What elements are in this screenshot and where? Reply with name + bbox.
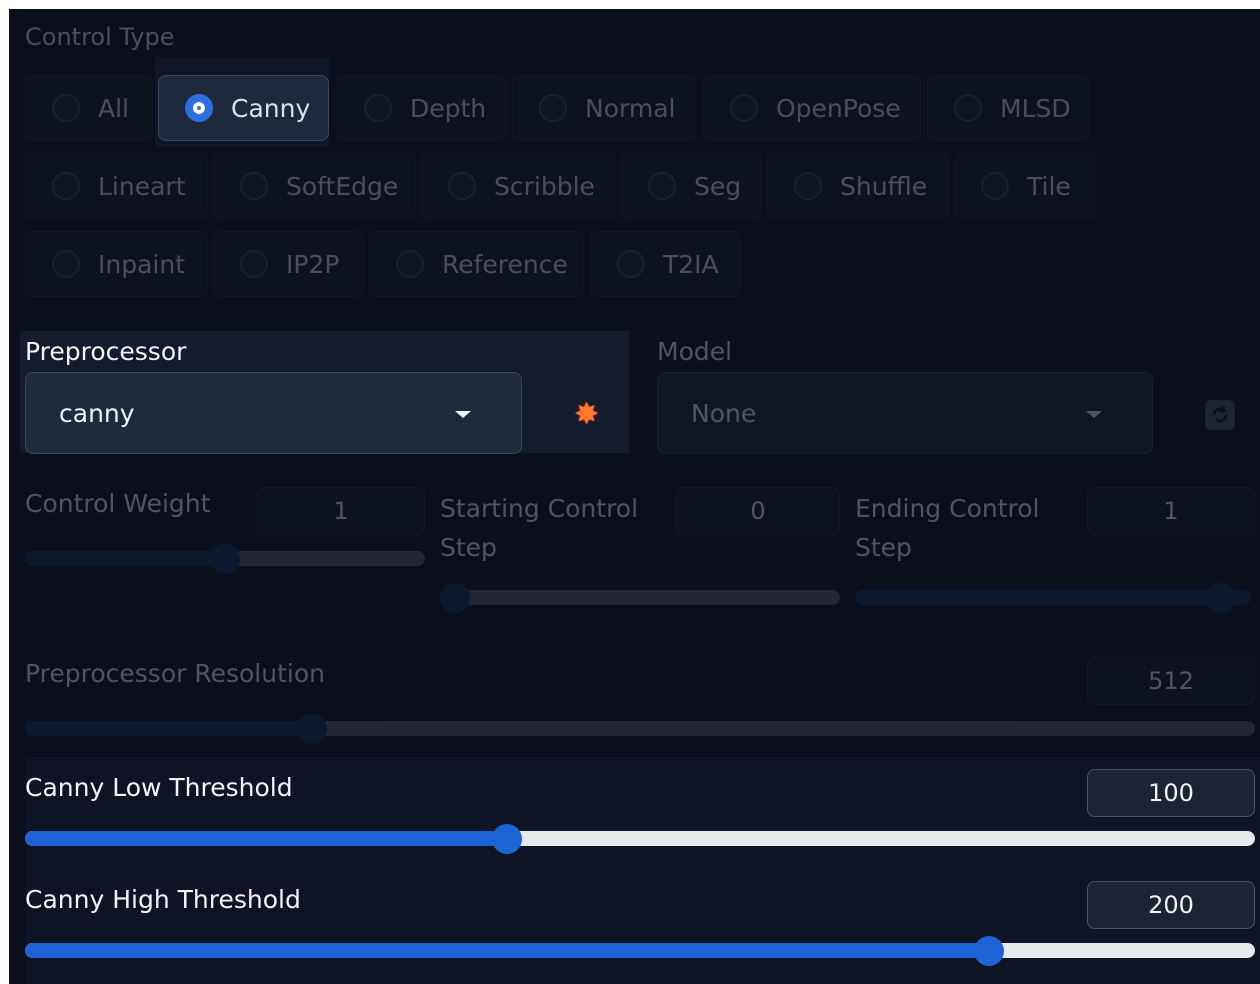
model-label: Model xyxy=(657,337,733,366)
preprocessor-value: canny xyxy=(59,398,135,428)
radio-t2ia[interactable]: T2IA xyxy=(590,231,741,297)
radio-ip2p[interactable]: IP2P xyxy=(213,231,364,297)
radio-label: Depth xyxy=(410,93,487,123)
radio-circle-icon xyxy=(539,94,567,122)
radio-depth[interactable]: Depth xyxy=(337,75,507,141)
canny-high-fill xyxy=(25,943,990,958)
radio-scribble[interactable]: Scribble xyxy=(421,153,615,219)
control-weight-thumb[interactable] xyxy=(210,544,240,574)
radio-circle-icon xyxy=(448,172,476,200)
canny-low-fill xyxy=(25,831,508,846)
radio-circle-icon xyxy=(617,250,645,278)
controlnet-panel: Control Type All Canny Depth Normal Open… xyxy=(9,9,1260,984)
radio-circle-icon xyxy=(52,172,80,200)
radio-label: Reference xyxy=(442,249,568,279)
control-weight-label: Control Weight xyxy=(25,489,211,518)
starting-step-input[interactable]: 0 xyxy=(676,487,840,535)
resolution-input[interactable]: 512 xyxy=(1087,657,1255,705)
resolution-fill xyxy=(25,721,312,736)
canny-low-group: Canny Low Threshold 100 xyxy=(25,769,1255,869)
radio-circle-icon xyxy=(954,94,982,122)
radio-circle-icon xyxy=(981,172,1009,200)
radio-label: T2IA xyxy=(663,249,719,279)
canny-high-thumb[interactable] xyxy=(974,936,1005,966)
control-weight-group: Control Weight 1 xyxy=(25,487,425,609)
canny-low-label: Canny Low Threshold xyxy=(25,773,293,802)
radio-label: Inpaint xyxy=(98,249,185,279)
resolution-thumb[interactable] xyxy=(296,714,327,744)
resolution-label: Preprocessor Resolution xyxy=(25,659,325,688)
model-value: None xyxy=(691,398,757,428)
resolution-group: Preprocessor Resolution 512 xyxy=(25,657,1255,749)
resolution-track[interactable] xyxy=(25,721,1255,736)
canny-low-input[interactable]: 100 xyxy=(1087,769,1255,817)
radio-circle-icon xyxy=(52,94,80,122)
radio-circle-icon xyxy=(794,172,822,200)
radio-circle-icon xyxy=(240,250,268,278)
control-weight-input[interactable]: 1 xyxy=(257,487,425,535)
canny-low-track[interactable] xyxy=(25,831,1255,846)
starting-step-label: Starting Control Step xyxy=(440,494,639,562)
radio-reference[interactable]: Reference xyxy=(369,231,584,297)
ending-step-group: Ending Control Step 1 xyxy=(855,487,1255,619)
ending-step-label: Ending Control Step xyxy=(855,494,1040,562)
radio-circle-icon xyxy=(396,250,424,278)
radio-tile[interactable]: Tile xyxy=(954,153,1095,219)
radio-mlsd[interactable]: MLSD xyxy=(927,75,1090,141)
radio-all[interactable]: All xyxy=(25,75,153,141)
radio-shuffle[interactable]: Shuffle xyxy=(767,153,949,219)
canny-low-thumb[interactable] xyxy=(492,824,523,854)
radio-label: All xyxy=(98,93,129,123)
starting-step-thumb[interactable] xyxy=(440,583,470,613)
refresh-icon[interactable] xyxy=(1205,400,1235,430)
radio-label: Normal xyxy=(585,93,676,123)
canny-high-group: Canny High Threshold 200 xyxy=(25,881,1255,981)
starting-step-track[interactable] xyxy=(440,590,840,605)
starting-step-group: Starting Control Step 0 xyxy=(440,487,840,619)
radio-canny[interactable]: Canny xyxy=(158,75,329,141)
radio-circle-icon xyxy=(52,250,80,278)
ending-step-fill xyxy=(855,590,1251,605)
ending-step-track[interactable] xyxy=(855,590,1251,605)
explosion-icon[interactable]: ✸ xyxy=(574,400,599,430)
radio-label: IP2P xyxy=(286,249,340,279)
radio-lineart[interactable]: Lineart xyxy=(25,153,208,219)
radio-label: Scribble xyxy=(494,171,595,201)
ending-step-input[interactable]: 1 xyxy=(1087,487,1255,535)
radio-label: MLSD xyxy=(1000,93,1071,123)
radio-softedge[interactable]: SoftEdge xyxy=(213,153,416,219)
radio-circle-icon xyxy=(648,172,676,200)
radio-circle-icon xyxy=(730,94,758,122)
radio-label: Shuffle xyxy=(840,171,928,201)
canny-high-label: Canny High Threshold xyxy=(25,885,301,914)
radio-selected-icon xyxy=(185,94,213,122)
control-weight-fill xyxy=(25,551,225,566)
model-select[interactable]: None xyxy=(657,372,1153,454)
radio-label: Lineart xyxy=(98,171,186,201)
radio-label: OpenPose xyxy=(776,93,901,123)
canny-high-input[interactable]: 200 xyxy=(1087,881,1255,929)
chevron-down-icon xyxy=(1086,411,1102,418)
canny-high-track[interactable] xyxy=(25,943,1255,958)
control-type-label: Control Type xyxy=(25,23,175,51)
radio-label: Seg xyxy=(694,171,742,201)
radio-label: Canny xyxy=(231,93,311,123)
radio-seg[interactable]: Seg xyxy=(621,153,762,219)
radio-label: Tile xyxy=(1027,171,1071,201)
preprocessor-label: Preprocessor xyxy=(25,337,187,366)
radio-normal[interactable]: Normal xyxy=(512,75,695,141)
ending-step-thumb[interactable] xyxy=(1206,583,1236,613)
chevron-down-icon xyxy=(455,411,471,418)
radio-openpose[interactable]: OpenPose xyxy=(703,75,921,141)
radio-circle-icon xyxy=(240,172,268,200)
radio-inpaint[interactable]: Inpaint xyxy=(25,231,208,297)
radio-label: SoftEdge xyxy=(286,171,399,201)
preprocessor-select[interactable]: canny xyxy=(25,372,522,454)
radio-circle-icon xyxy=(364,94,392,122)
